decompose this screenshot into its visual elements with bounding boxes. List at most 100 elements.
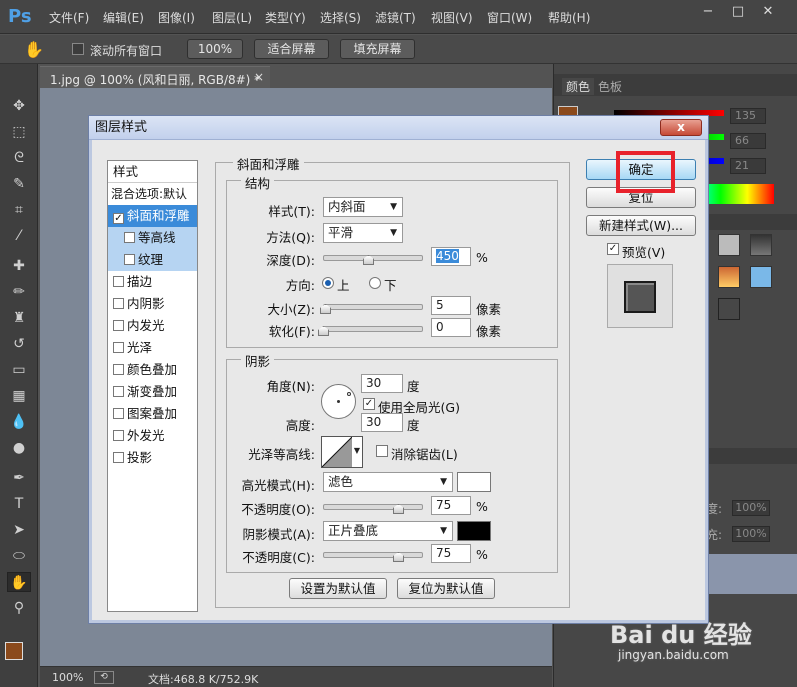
menu-window[interactable]: 窗口(W) xyxy=(487,9,532,26)
style-item-checkbox[interactable] xyxy=(124,232,135,243)
gloss-contour-picker[interactable]: ▼ xyxy=(321,436,363,468)
layer-fill-field[interactable]: 100% xyxy=(732,526,770,542)
quick-select-tool-icon[interactable]: ✎ xyxy=(7,174,31,194)
gradient-tool-icon[interactable]: ▦ xyxy=(7,386,31,406)
style-item[interactable]: 投影 xyxy=(108,447,197,469)
stamp-tool-icon[interactable]: ♜ xyxy=(7,308,31,328)
pen-tool-icon[interactable]: ✒ xyxy=(7,468,31,488)
make-default-button[interactable]: 设置为默认值 xyxy=(289,578,387,599)
style-item-checkbox[interactable] xyxy=(113,364,124,375)
shape-tool-icon[interactable]: ⬭ xyxy=(7,546,31,566)
style-item[interactable]: 渐变叠加 xyxy=(108,381,197,403)
shadow-opacity-field[interactable]: 75 xyxy=(431,544,471,563)
fill-screen-button[interactable]: 填充屏幕 xyxy=(340,39,415,59)
menu-file[interactable]: 文件(F) xyxy=(49,9,89,26)
zoom-100-button[interactable]: 100% xyxy=(187,39,243,59)
foreground-color-swatch[interactable] xyxy=(5,642,23,660)
menu-view[interactable]: 视图(V) xyxy=(431,9,473,26)
eraser-tool-icon[interactable]: ▭ xyxy=(7,360,31,380)
soften-slider[interactable] xyxy=(323,326,423,332)
style-swatch[interactable] xyxy=(718,234,740,256)
style-item[interactable]: 内发光 xyxy=(108,315,197,337)
document-tab[interactable]: 1.jpg @ 100% (风和日丽, RGB/8#) * × xyxy=(40,66,270,88)
technique-select[interactable]: 平滑 ▼ xyxy=(323,223,403,243)
style-item-checkbox[interactable] xyxy=(113,386,124,397)
close-tab-icon[interactable]: × xyxy=(254,70,264,84)
menu-type[interactable]: 类型(Y) xyxy=(265,9,306,26)
r-value[interactable]: 135 xyxy=(730,108,766,124)
anti-alias-checkbox[interactable] xyxy=(376,445,388,457)
preview-checkbox[interactable]: ✓ xyxy=(607,243,619,255)
direction-up-radio[interactable] xyxy=(322,277,334,289)
style-item-checkbox[interactable] xyxy=(113,452,124,463)
shadow-opacity-slider[interactable] xyxy=(323,552,423,558)
menu-select[interactable]: 选择(S) xyxy=(320,9,361,26)
close-window-button[interactable]: ✕ xyxy=(757,4,779,22)
shadow-color-swatch[interactable] xyxy=(457,521,491,541)
marquee-tool-icon[interactable]: ⬚ xyxy=(7,122,31,142)
layer-opacity-field[interactable]: 100% xyxy=(732,500,770,516)
styles-list-header[interactable]: 样式 xyxy=(108,161,197,183)
minimize-button[interactable]: − xyxy=(697,4,719,22)
dialog-close-button[interactable]: x xyxy=(660,119,702,136)
g-value[interactable]: 66 xyxy=(730,133,766,149)
global-light-checkbox[interactable]: ✓ xyxy=(363,398,375,410)
direction-down-radio[interactable] xyxy=(369,277,381,289)
move-tool-icon[interactable]: ✥ xyxy=(7,96,31,116)
menu-image[interactable]: 图像(I) xyxy=(158,9,195,26)
style-item-checkbox[interactable] xyxy=(113,298,124,309)
blend-options-item[interactable]: 混合选项:默认 xyxy=(108,183,197,205)
menu-filter[interactable]: 滤镜(T) xyxy=(375,9,416,26)
style-item-checkbox[interactable] xyxy=(124,254,135,265)
altitude-field[interactable]: 30 xyxy=(361,413,403,432)
shadow-mode-select[interactable]: 正片叠底 ▼ xyxy=(323,521,453,541)
angle-field[interactable]: 30 xyxy=(361,374,403,393)
maximize-button[interactable]: □ xyxy=(727,4,749,22)
style-item-checkbox[interactable] xyxy=(113,430,124,441)
style-swatch[interactable] xyxy=(750,234,772,256)
style-item[interactable]: 内阴影 xyxy=(108,293,197,315)
style-item[interactable]: 光泽 xyxy=(108,337,197,359)
style-item[interactable]: 纹理 xyxy=(108,249,197,271)
menu-help[interactable]: 帮助(H) xyxy=(548,9,590,26)
style-item[interactable]: 等高线 xyxy=(108,227,197,249)
style-swatch[interactable] xyxy=(750,266,772,288)
menu-edit[interactable]: 编辑(E) xyxy=(103,9,144,26)
style-item[interactable]: ✓ 斜面和浮雕 xyxy=(108,205,197,227)
highlight-mode-select[interactable]: 滤色 ▼ xyxy=(323,472,453,492)
reset-default-button[interactable]: 复位为默认值 xyxy=(397,578,495,599)
highlight-opacity-field[interactable]: 75 xyxy=(431,496,471,515)
style-item-checkbox[interactable] xyxy=(113,276,124,287)
fit-screen-button[interactable]: 适合屏幕 xyxy=(254,39,329,59)
highlight-color-swatch[interactable] xyxy=(457,472,491,492)
style-item[interactable]: 外发光 xyxy=(108,425,197,447)
zoom-level[interactable]: 100% xyxy=(52,671,83,684)
style-item-checkbox[interactable] xyxy=(113,320,124,331)
brush-tool-icon[interactable]: ✏ xyxy=(7,282,31,302)
b-value[interactable]: 21 xyxy=(730,158,766,174)
soften-field[interactable]: 0 xyxy=(431,318,471,337)
tab-color[interactable]: 颜色 xyxy=(562,78,595,95)
style-swatch[interactable] xyxy=(718,298,740,320)
bevel-style-select[interactable]: 内斜面 ▼ xyxy=(323,197,403,217)
status-toggle-icon[interactable]: ⟲ xyxy=(94,671,114,684)
depth-field[interactable]: 450 xyxy=(431,247,471,266)
style-item-checkbox[interactable]: ✓ xyxy=(113,213,124,224)
size-slider[interactable] xyxy=(323,304,423,310)
style-item[interactable]: 描边 xyxy=(108,271,197,293)
menu-layer[interactable]: 图层(L) xyxy=(212,9,252,26)
style-item-checkbox[interactable] xyxy=(113,408,124,419)
scroll-all-checkbox[interactable] xyxy=(72,43,84,55)
style-swatch[interactable] xyxy=(718,266,740,288)
layer-thumbnail-row[interactable] xyxy=(706,554,797,594)
eyedropper-tool-icon[interactable]: ⁄ xyxy=(7,226,31,246)
new-style-button[interactable]: 新建样式(W)... xyxy=(586,215,696,236)
dodge-tool-icon[interactable]: ● xyxy=(7,438,31,458)
size-field[interactable]: 5 xyxy=(431,296,471,315)
style-item-checkbox[interactable] xyxy=(113,342,124,353)
history-brush-icon[interactable]: ↺ xyxy=(7,334,31,354)
path-select-icon[interactable]: ➤ xyxy=(7,520,31,540)
angle-dial[interactable] xyxy=(321,384,356,419)
zoom-tool-icon[interactable]: ⚲ xyxy=(7,598,31,618)
hand-tool-icon[interactable]: ✋ xyxy=(7,572,31,592)
